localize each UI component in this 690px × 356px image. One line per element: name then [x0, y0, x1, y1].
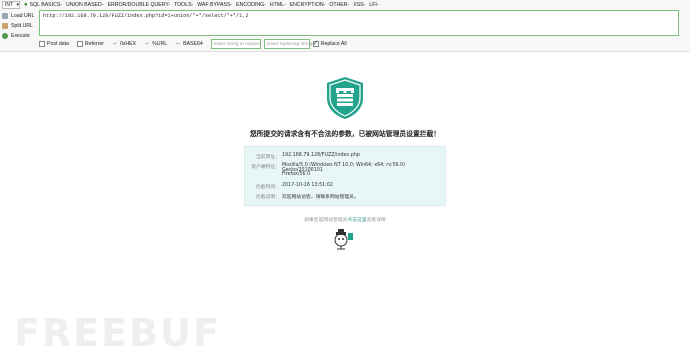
details-link[interactable]: 点击这里 [347, 218, 366, 223]
double-arrow-icon: ⇔ [111, 41, 118, 47]
hex-label: 0xHEX [119, 41, 137, 47]
replace-all-check-icon [312, 39, 319, 47]
info-value: 欢迎网站访客，请联系网站管理员。 [282, 195, 359, 200]
split-url-button[interactable]: Split URL [2, 21, 38, 31]
info-row-note: 拦截说明： 欢迎网站访客，请联系网站管理员。 [245, 193, 445, 200]
double-arrow-icon: ⇔ [144, 41, 150, 47]
load-url-label: Load URL [11, 13, 35, 19]
hackbar-options: Post data Referrer ⇔ 0xHEX ⇔ %URL ⇔ BASE… [39, 38, 685, 50]
menu-encryption[interactable]: ENCRYPTION- [290, 2, 326, 8]
freebuf-watermark: FREEBUF [14, 311, 221, 355]
hackbar-menu: INT ▾ ● SQL BASICS- UNION BASED- ERROR/D… [0, 0, 690, 10]
info-value: 2017-10-16 13:51:02 [282, 183, 333, 188]
chevron-down-icon: ▾ [16, 2, 19, 8]
menu-other[interactable]: OTHER- [329, 2, 349, 8]
admin-footnote: 如果您是网站管理员点击这里查看详情 [200, 216, 490, 223]
replace-all-checkbox[interactable]: Replace All [312, 39, 347, 47]
base64-button[interactable]: ⇔ BASE64 [175, 41, 203, 47]
info-label: 拦截说明： [256, 195, 280, 200]
double-arrow-icon: ⇔ [175, 41, 181, 47]
menu-union-based[interactable]: UNION BASED- [66, 2, 103, 8]
load-url-button[interactable]: Load URL [2, 11, 38, 21]
menu-xss[interactable]: XSS- [353, 2, 365, 8]
block-info-box: 当前网址： 192.168.79.128/FUZZ/index.php 客户端特… [244, 146, 446, 206]
menu-html[interactable]: HTML- [270, 2, 286, 8]
menu-error-double-query[interactable]: ERROR/DOUBLE QUERY- [108, 2, 171, 8]
info-value: 192.168.79.128/FUZZ/index.php [282, 153, 360, 158]
shield-logo-icon [326, 76, 364, 125]
menu-tools[interactable]: TOOLS- [174, 2, 193, 8]
footnote-text: 查看详情 [366, 218, 386, 223]
execute-button[interactable]: Execute [2, 31, 38, 41]
mascot-icon [331, 228, 355, 255]
referrer-label: Referrer [84, 41, 104, 47]
footnote-text: 如果您是网站管理员 [304, 218, 348, 223]
info-row-user-agent-cont: Firefox/56.0 [245, 172, 445, 177]
post-data-check-icon [39, 41, 45, 47]
replacing-string-input[interactable]: insert replacing string [263, 39, 312, 49]
post-data-label: Post data [47, 41, 69, 47]
url-encode-button[interactable]: ⇔ %URL [144, 41, 167, 47]
load-icon [2, 13, 8, 19]
menu-sql-basics[interactable]: SQL BASICS- [30, 2, 62, 8]
execute-label: Execute [11, 33, 30, 39]
page-title: 您所提交的请求含有不合法的参数，已被网站管理员设置拦截！ [249, 130, 441, 138]
replace-string-input[interactable]: insert string to replace [210, 39, 261, 49]
encoding-select-value: INT [5, 2, 14, 8]
info-value: Firefox/56.0 [282, 172, 311, 177]
info-row-url: 当前网址： 192.168.79.128/FUZZ/index.php [245, 153, 445, 160]
url-encode-label: %URL [152, 41, 168, 47]
menu-lfi[interactable]: LFI- [369, 2, 378, 8]
split-icon [2, 23, 8, 29]
execute-icon [2, 33, 8, 39]
encoding-select[interactable]: INT ▾ [2, 1, 20, 9]
split-url-label: Split URL [11, 23, 33, 29]
post-data-checkbox[interactable]: Post data [39, 41, 69, 47]
url-textarea[interactable]: http://192.168.79.128/FUZZ/index.php?id=… [39, 10, 679, 36]
menu-encoding[interactable]: ENCODING- [236, 2, 266, 8]
replace-all-label: Replace All [320, 41, 347, 47]
hackbar-toolbar: INT ▾ ● SQL BASICS- UNION BASED- ERROR/D… [0, 0, 690, 52]
info-label: 当前网址： [256, 155, 280, 160]
hackbar-actions: Load URL Split URL Execute [2, 11, 38, 41]
hex-button[interactable]: ⇔ 0xHEX [112, 41, 136, 47]
info-row-time: 拦截时间： 2017-10-16 13:51:02 [245, 183, 445, 190]
referrer-checkbox[interactable]: Referrer [76, 41, 104, 47]
base64-label: BASE64 [183, 41, 203, 47]
info-label: 拦截时间： [256, 185, 280, 190]
status-dot-icon: ● [24, 2, 28, 8]
menu-waf-bypass[interactable]: WAF BYPASS- [197, 2, 232, 8]
referrer-check-icon [76, 41, 83, 47]
